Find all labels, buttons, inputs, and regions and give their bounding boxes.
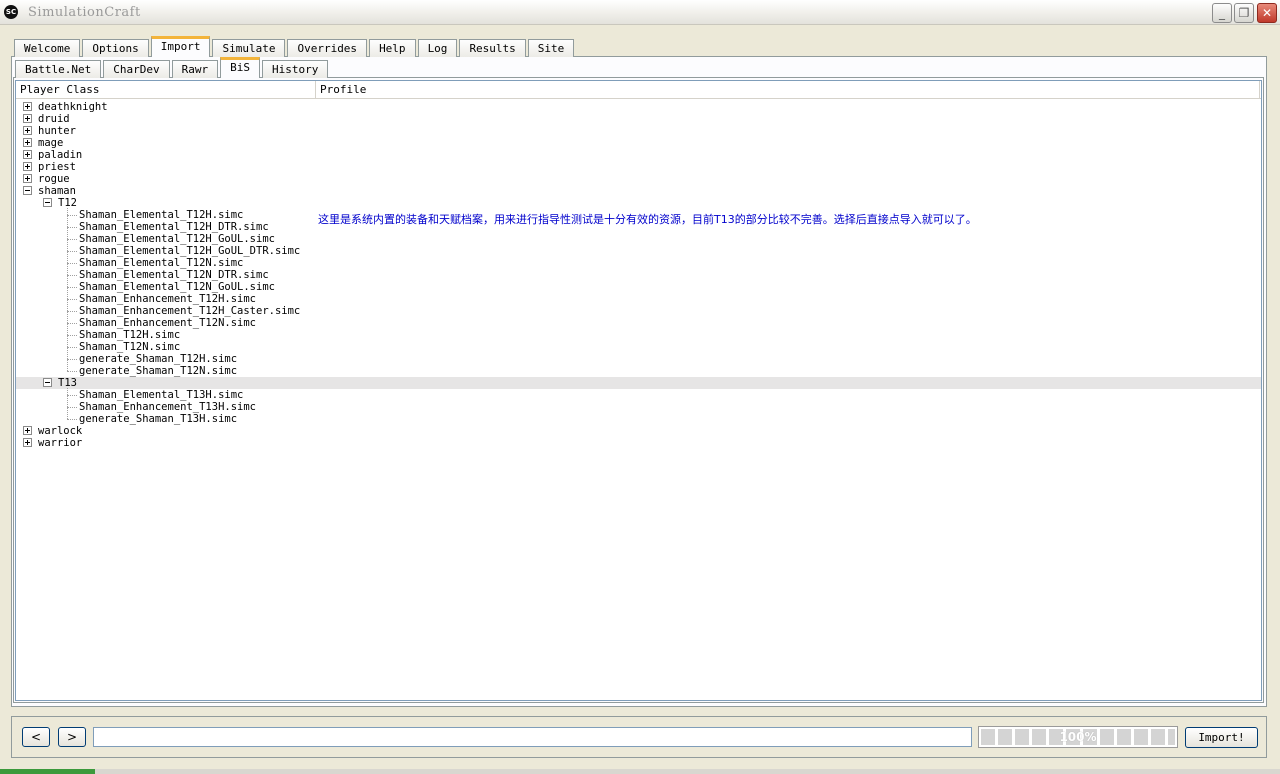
- tree-item-mage[interactable]: mage: [38, 137, 63, 149]
- tree-item-hunter[interactable]: hunter: [38, 125, 76, 137]
- tree-connector: [67, 239, 77, 240]
- progress-bar: 100%: [978, 726, 1178, 748]
- profile-item[interactable]: Shaman_Elemental_T12H_GoUL_DTR.simc: [79, 245, 300, 257]
- tab-simulate[interactable]: Simulate: [212, 39, 286, 57]
- profile-item[interactable]: Shaman_Elemental_T12H_DTR.simc: [79, 221, 269, 233]
- profile-item[interactable]: Shaman_Enhancement_T13H.simc: [79, 401, 256, 413]
- expand-icon[interactable]: [23, 126, 32, 135]
- tree-connector: [67, 311, 77, 312]
- forward-button[interactable]: >: [58, 727, 86, 747]
- command-input[interactable]: [93, 727, 972, 747]
- tree-connector: [67, 208, 68, 371]
- window-title: SimulationCraft: [28, 5, 141, 20]
- tree-connector: [67, 227, 77, 228]
- profile-item[interactable]: Shaman_Elemental_T12H.simc: [79, 209, 243, 221]
- tree-item-priest[interactable]: priest: [38, 161, 76, 173]
- start-button[interactable]: [0, 769, 95, 774]
- app-logo-icon: SC: [4, 5, 18, 19]
- tab-site[interactable]: Site: [527, 39, 575, 57]
- subtab-chardev[interactable]: CharDev: [103, 60, 170, 78]
- tab-help[interactable]: Help: [369, 39, 416, 57]
- profile-item[interactable]: generate_Shaman_T12H.simc: [79, 353, 237, 365]
- profile-description: 这里是系统内置的装备和天赋档案，用来进行指导性测试是十分有效的资源，目前T13的…: [318, 213, 977, 226]
- profile-item[interactable]: Shaman_Enhancement_T12N.simc: [79, 317, 256, 329]
- expand-icon[interactable]: [23, 174, 32, 183]
- tree-connector: [67, 275, 77, 276]
- profile-item[interactable]: Shaman_Enhancement_T12H.simc: [79, 293, 256, 305]
- tree-connector: [67, 359, 77, 360]
- tab-results[interactable]: Results: [459, 39, 526, 57]
- tree-item-deathknight[interactable]: deathknight: [38, 101, 108, 113]
- tree-connector: [67, 347, 77, 348]
- tab-options[interactable]: Options: [82, 39, 149, 57]
- expand-icon[interactable]: [23, 102, 32, 111]
- tree-header: Player Class Profile: [16, 81, 1261, 99]
- column-header-profile[interactable]: Profile: [316, 81, 1260, 99]
- column-header-player-class[interactable]: Player Class: [16, 81, 316, 99]
- tab-log[interactable]: Log: [417, 39, 458, 57]
- tree-connector: [67, 251, 77, 252]
- progress-text: 100%: [1059, 730, 1097, 744]
- profile-item[interactable]: generate_Shaman_T13H.simc: [79, 413, 237, 425]
- tab-welcome[interactable]: Welcome: [14, 39, 81, 57]
- collapse-icon[interactable]: [23, 186, 32, 195]
- tree-item-warlock[interactable]: warlock: [38, 425, 82, 437]
- tree-connector: [67, 419, 77, 420]
- tree-connector: [67, 371, 77, 372]
- tree-connector: [67, 335, 77, 336]
- tree-item-druid[interactable]: druid: [38, 113, 70, 125]
- tree-item-paladin[interactable]: paladin: [38, 149, 82, 161]
- minimize-button[interactable]: _: [1212, 3, 1232, 23]
- expand-icon[interactable]: [23, 150, 32, 159]
- tree-connector: [67, 215, 77, 216]
- subtab-history[interactable]: History: [261, 60, 329, 78]
- profile-item[interactable]: Shaman_Elemental_T13H.simc: [79, 389, 243, 401]
- tree-connector: [67, 263, 77, 264]
- expand-icon[interactable]: [23, 426, 32, 435]
- tree-item-warrior[interactable]: warrior: [38, 437, 82, 449]
- taskbar: [0, 769, 1280, 774]
- import-sub-tab-bar: Battle.Net CharDev Rawr BiS History: [15, 57, 330, 78]
- expand-icon[interactable]: [23, 162, 32, 171]
- selected-row-highlight: [16, 377, 1261, 389]
- subtab-battle-net[interactable]: Battle.Net: [15, 60, 102, 78]
- tree-item-shaman[interactable]: shaman: [38, 185, 76, 197]
- collapse-icon[interactable]: [43, 378, 52, 387]
- profile-item[interactable]: Shaman_Elemental_T12N_DTR.simc: [79, 269, 269, 281]
- tab-overrides[interactable]: Overrides: [287, 39, 368, 57]
- import-button[interactable]: Import!: [1185, 727, 1258, 748]
- title-bar: SC SimulationCraft _ ❐ ✕: [0, 0, 1280, 25]
- tree-connector: [67, 395, 77, 396]
- back-button[interactable]: <: [22, 727, 50, 747]
- tree-connector: [67, 287, 77, 288]
- expand-icon[interactable]: [23, 438, 32, 447]
- subtab-bis[interactable]: BiS: [220, 57, 260, 78]
- maximize-button[interactable]: ❐: [1234, 3, 1254, 23]
- bis-profile-tree[interactable]: Player Class Profile 这里是系统内置的装备和天赋档案，用来进…: [15, 80, 1262, 701]
- tree-connector: [67, 407, 77, 408]
- tree-connector: [67, 323, 77, 324]
- profile-item[interactable]: Shaman_Elemental_T12N_GoUL.simc: [79, 281, 275, 293]
- subtab-rawr[interactable]: Rawr: [171, 60, 219, 78]
- tab-import[interactable]: Import: [150, 36, 211, 57]
- main-tab-bar: Welcome Options Import Simulate Overrides Hel…: [14, 36, 576, 57]
- tree-connector: [67, 388, 68, 419]
- tree-item-rogue[interactable]: rogue: [38, 173, 70, 185]
- close-button[interactable]: ✕: [1257, 3, 1277, 23]
- profile-item[interactable]: Shaman_T12N.simc: [79, 341, 180, 353]
- collapse-icon[interactable]: [43, 198, 52, 207]
- expand-icon[interactable]: [23, 138, 32, 147]
- profile-item[interactable]: Shaman_Elemental_T12H_GoUL.simc: [79, 233, 275, 245]
- profile-item[interactable]: generate_Shaman_T12N.simc: [79, 365, 237, 377]
- tree-connector: [67, 299, 77, 300]
- expand-icon[interactable]: [23, 114, 32, 123]
- profile-item[interactable]: Shaman_Enhancement_T12H_Caster.simc: [79, 305, 300, 317]
- profile-item[interactable]: Shaman_T12H.simc: [79, 329, 180, 341]
- profile-item[interactable]: Shaman_Elemental_T12N.simc: [79, 257, 243, 269]
